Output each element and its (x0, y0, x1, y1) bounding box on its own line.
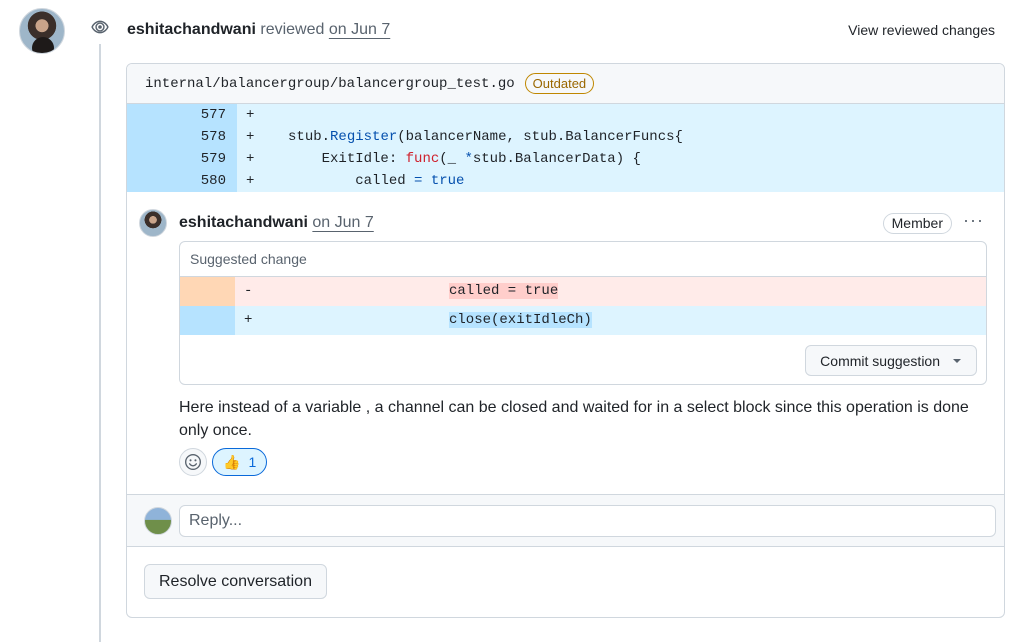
removed-code: called = true (449, 283, 559, 299)
removed-sign: - (244, 283, 253, 299)
added-code: close(exitIdleCh) (449, 312, 592, 328)
line-number[interactable]: 580 (127, 170, 237, 192)
line-number[interactable]: 577 (127, 104, 237, 126)
thumbs-up-icon: 👍 (223, 453, 241, 470)
eye-icon (86, 13, 114, 41)
review-author-link[interactable]: eshitachandwani (127, 21, 256, 38)
file-header: internal/balancergroup/balancergroup_tes… (127, 64, 1004, 104)
diff-gutter (180, 277, 235, 306)
commit-suggestion-button[interactable]: Commit suggestion (805, 345, 977, 376)
line-number[interactable]: 578 (127, 126, 237, 148)
line-number[interactable]: 579 (127, 148, 237, 170)
reply-input[interactable] (179, 505, 996, 537)
diff-line: 580 + called = true (127, 170, 1004, 192)
suggestion-added-line: + close(exitIdleCh) (180, 306, 986, 335)
suggested-change-box: Suggested change - called = true + close… (179, 241, 987, 385)
diff-code: + stub.Register(balancerName, stub.Balan… (246, 129, 683, 145)
view-reviewed-changes-link[interactable]: View reviewed changes (848, 20, 995, 40)
suggested-change-title: Suggested change (180, 242, 986, 277)
outdated-badge: Outdated (524, 73, 595, 94)
added-sign: + (244, 312, 253, 328)
smiley-icon (185, 454, 201, 470)
commit-suggestion-label: Commit suggestion (820, 352, 940, 369)
comment-header: eshitachandwani on Jun 7 (179, 212, 374, 234)
comment-author-link[interactable]: eshitachandwani (179, 214, 308, 231)
member-badge: Member (882, 213, 952, 234)
review-action: reviewed (260, 21, 325, 38)
diff-line: 577 + (127, 104, 1004, 126)
suggestion-removed-line: - called = true (180, 277, 986, 306)
file-path-link[interactable]: internal/balancergroup/balancergroup_tes… (145, 76, 515, 92)
reviewer-avatar[interactable] (19, 8, 65, 54)
resolve-conversation-button[interactable]: Resolve conversation (144, 564, 327, 599)
kebab-menu-icon[interactable]: ··· (963, 210, 984, 230)
diff-code: + ExitIdle: func(_ *stub.BalancerData) { (246, 151, 641, 167)
comment-body: Here instead of a variable , a channel c… (179, 399, 969, 439)
caret-down-icon (953, 358, 961, 363)
diff-gutter (180, 306, 235, 335)
timeline-line (99, 44, 101, 642)
thumbs-up-reaction-button[interactable]: 👍 1 (212, 448, 268, 476)
comment-date-link[interactable]: on Jun 7 (312, 214, 373, 231)
diff-line: 578 + stub.Register(balancerName, stub.B… (127, 126, 1004, 148)
review-header: eshitachandwani reviewed on Jun 7 (127, 19, 390, 41)
reaction-count: 1 (248, 454, 257, 470)
diff-code: + called = true (246, 173, 465, 189)
diff-line: 579 + ExitIdle: func(_ *stub.BalancerDat… (127, 148, 1004, 170)
comment-avatar[interactable] (139, 209, 167, 237)
review-thread: internal/balancergroup/balancergroup_tes… (126, 63, 1005, 618)
current-user-avatar (144, 507, 172, 535)
reply-area (127, 494, 1004, 547)
diff-code: + (246, 107, 255, 123)
review-date-link[interactable]: on Jun 7 (329, 21, 390, 38)
add-reaction-button[interactable] (179, 448, 207, 476)
